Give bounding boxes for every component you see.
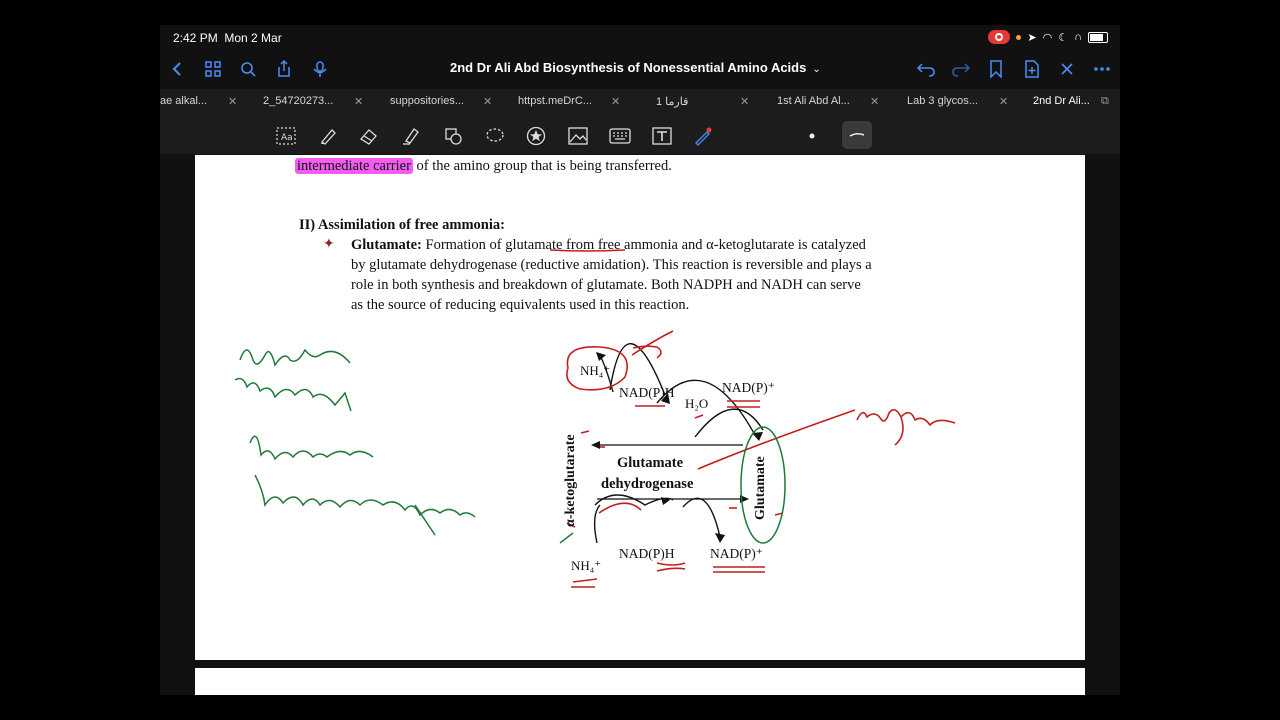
moon-icon: ☾ bbox=[1058, 31, 1069, 44]
tab-5[interactable]: قارما 1 ✕ bbox=[656, 95, 749, 111]
enzyme-label-line2: dehydrogenase bbox=[601, 476, 694, 492]
undo-icon[interactable] bbox=[914, 57, 938, 81]
nadph-bottom-label: NAD(P)H bbox=[619, 546, 675, 561]
tab-4[interactable]: httpst.meDrC... ✕ bbox=[518, 95, 620, 111]
add-page-icon[interactable] bbox=[1020, 57, 1044, 81]
tab-7[interactable]: Lab 3 glycos... ✕ bbox=[907, 95, 1008, 111]
wifi-icon: ◠ bbox=[1042, 31, 1053, 44]
highlighter-icon[interactable] bbox=[399, 124, 423, 148]
image-icon[interactable] bbox=[566, 124, 590, 148]
headphones-icon: ∩ bbox=[1074, 31, 1082, 43]
battery-icon bbox=[1088, 31, 1108, 43]
close-tab-icon[interactable]: ✕ bbox=[228, 95, 237, 108]
enzyme-label-line1: Glutamate bbox=[617, 455, 684, 471]
share-icon[interactable] bbox=[272, 57, 296, 81]
navigation-bar: 2nd Dr Ali Abd Biosynthesis of Nonessent… bbox=[160, 51, 1120, 87]
tab-2[interactable]: 2_54720273... ✕ bbox=[263, 95, 363, 111]
close-tab-icon[interactable]: ✕ bbox=[611, 95, 620, 108]
close-tab-icon[interactable]: ✕ bbox=[870, 95, 879, 108]
eraser-icon[interactable] bbox=[357, 124, 381, 148]
elements-icon[interactable] bbox=[524, 124, 548, 148]
chevron-left-icon[interactable] bbox=[165, 57, 189, 81]
reaction-diagram bbox=[234, 249, 956, 588]
keyboard-icon[interactable] bbox=[608, 124, 632, 148]
text-box-icon[interactable] bbox=[650, 124, 674, 148]
nh4-bottom-label: NH₄⁺ bbox=[571, 558, 602, 573]
close-tab-icon[interactable]: ✕ bbox=[483, 95, 492, 108]
glutamate-label: Glutamate bbox=[753, 456, 768, 520]
pen-icon[interactable] bbox=[316, 124, 340, 148]
bookmark-icon[interactable] bbox=[984, 57, 1008, 81]
shapes-icon[interactable] bbox=[441, 124, 465, 148]
color-dot-icon[interactable] bbox=[800, 124, 824, 148]
grid-icon[interactable] bbox=[201, 57, 225, 81]
status-time: 2:42 PM Mon 2 Mar bbox=[173, 31, 282, 45]
close-tab-icon[interactable]: ✕ bbox=[999, 95, 1008, 108]
lasso-text-icon[interactable]: Aa bbox=[274, 124, 298, 148]
document-title[interactable]: 2nd Dr Ali Abd Biosynthesis of Nonessent… bbox=[450, 60, 821, 75]
next-page-edge[interactable] bbox=[195, 668, 1085, 695]
nadph-top-label: NAD(P)H bbox=[619, 385, 675, 400]
nadp-top-label: NAD(P)⁺ bbox=[722, 380, 775, 395]
water-label: H₂O bbox=[685, 396, 709, 411]
status-bar: 2:42 PM Mon 2 Mar ➤ ◠ ☾ ∩ bbox=[160, 25, 1120, 51]
status-icons: ➤ ◠ ☾ ∩ bbox=[988, 30, 1108, 44]
nadp-bottom-label: NAD(P)⁺ bbox=[710, 546, 763, 561]
indicator-dot-icon bbox=[1016, 34, 1022, 40]
redo-icon[interactable] bbox=[949, 57, 973, 81]
search-icon[interactable] bbox=[236, 57, 260, 81]
laser-pointer-icon[interactable] bbox=[691, 124, 715, 148]
location-icon: ➤ bbox=[1027, 31, 1037, 44]
tab-overflow-icon[interactable]: ⧉ bbox=[1101, 95, 1109, 108]
green-ink-annotations bbox=[234, 348, 786, 544]
lasso-icon[interactable] bbox=[483, 124, 507, 148]
tab-8-active[interactable]: 2nd Dr Ali... ⧉ bbox=[1033, 95, 1109, 111]
annotation-toolbar: Aa bbox=[160, 117, 1120, 154]
document-page[interactable]: intermediate carrier of the amino group … bbox=[195, 155, 1085, 660]
tab-3[interactable]: suppositories... ✕ bbox=[390, 95, 492, 111]
tab-1[interactable]: ae alkal... ✕ bbox=[160, 95, 237, 111]
ipad-screen: 2:42 PM Mon 2 Mar ➤ ◠ ☾ ∩ 2nd Dr Ali Abd… bbox=[160, 25, 1120, 695]
svg-text:Aa: Aa bbox=[281, 133, 293, 143]
close-tab-icon[interactable]: ✕ bbox=[740, 95, 749, 108]
alpha-ketoglutarate-label: α-ketoglutarate bbox=[563, 434, 578, 527]
more-icon[interactable] bbox=[1090, 57, 1114, 81]
close-icon[interactable] bbox=[1055, 57, 1079, 81]
tab-bar: ae alkal... ✕ 2_54720273... ✕ suppositorie… bbox=[160, 89, 1120, 117]
nh4-top-label: NH₄⁺ bbox=[580, 363, 611, 378]
screen-record-icon bbox=[988, 30, 1011, 44]
close-tab-icon[interactable]: ✕ bbox=[354, 95, 363, 108]
tab-6[interactable]: 1st Ali Abd Al... ✕ bbox=[777, 95, 879, 111]
stroke-width-selected-icon[interactable] bbox=[842, 121, 872, 149]
microphone-icon[interactable] bbox=[308, 57, 332, 81]
